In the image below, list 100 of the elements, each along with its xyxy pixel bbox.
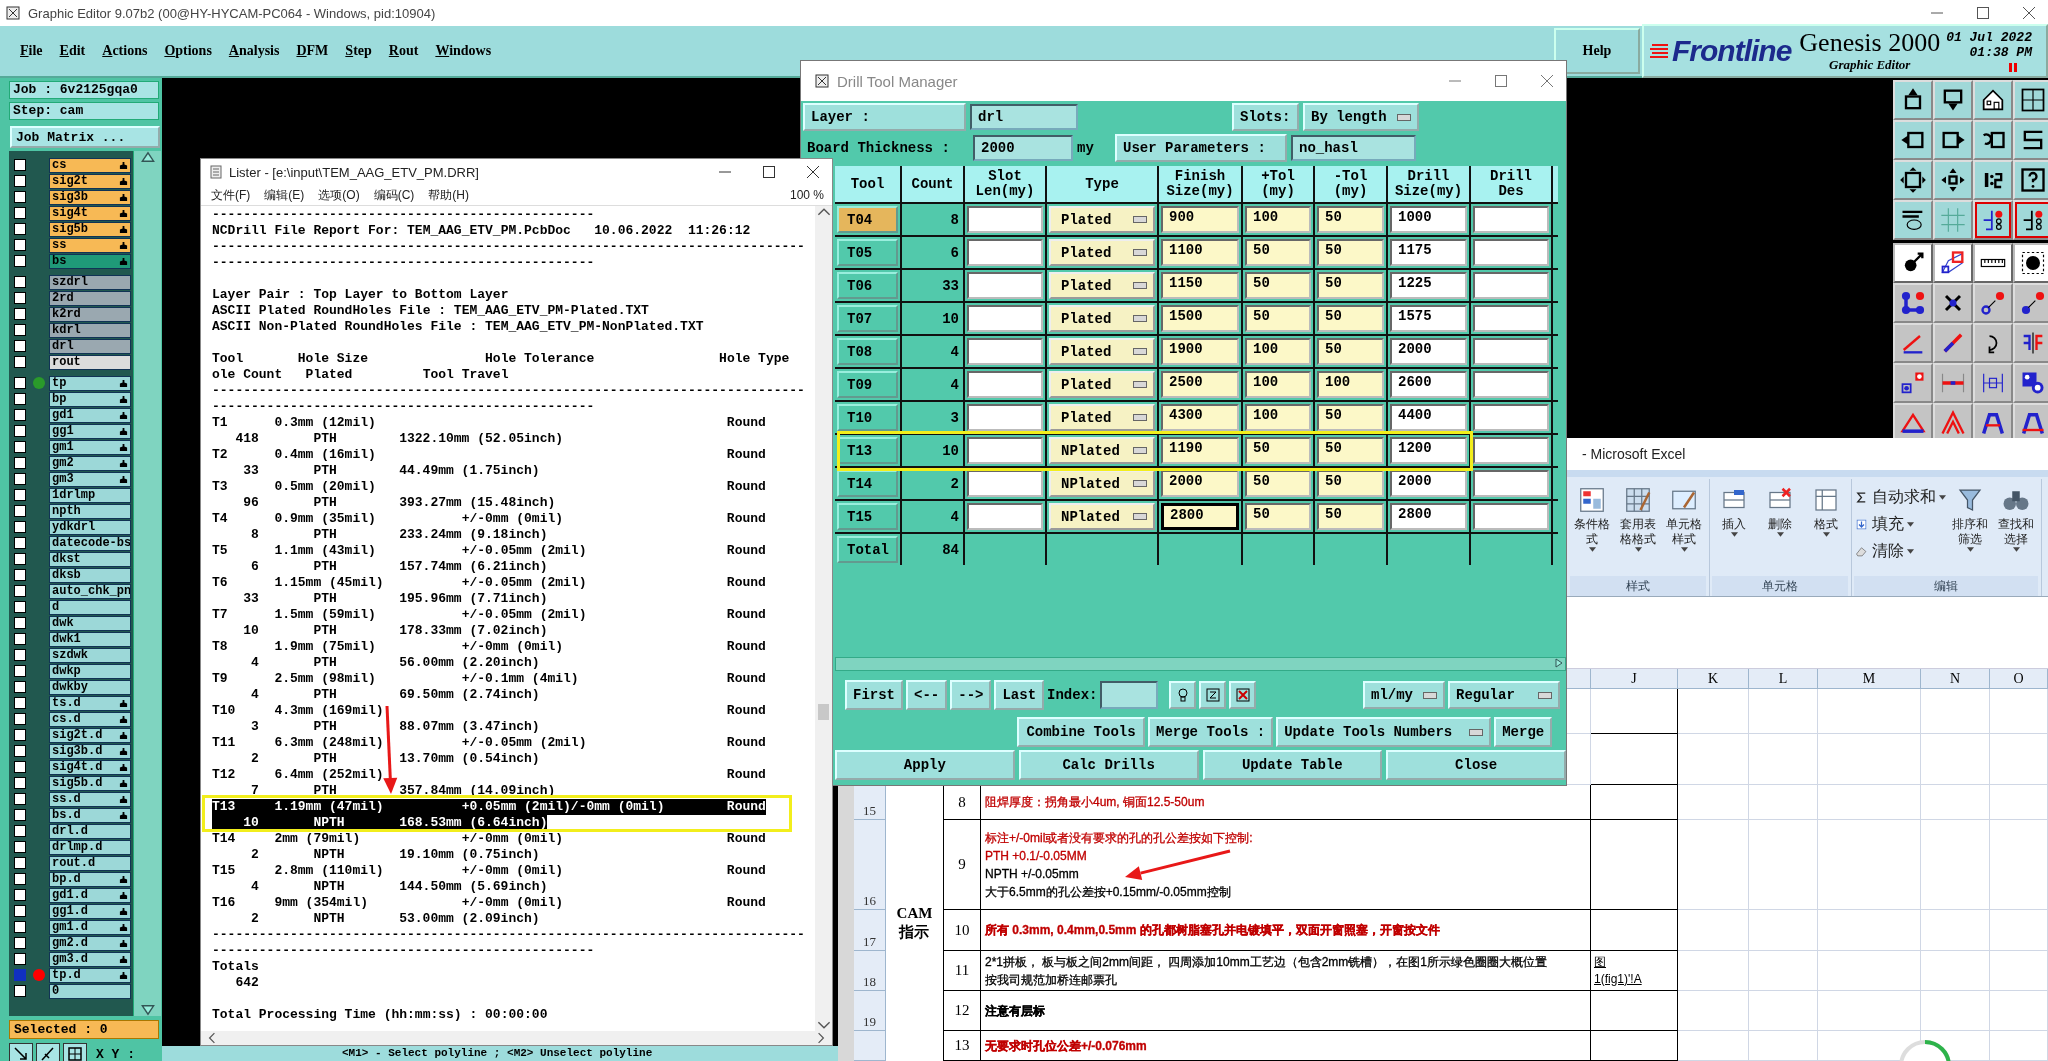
layer-item[interactable]: gm3 <box>49 471 131 487</box>
slots-dropdown[interactable]: By length <box>1303 103 1419 131</box>
layer-checkbox[interactable] <box>14 729 26 741</box>
layer-item[interactable]: drl.d <box>49 823 131 839</box>
layer-checkbox[interactable] <box>14 553 26 565</box>
merge-mode-dropdown[interactable]: Update Tools Numbers <box>1276 717 1492 747</box>
ribbon-button[interactable]: 格式 <box>1804 479 1848 576</box>
scrollbar[interactable] <box>835 657 1566 671</box>
layer-checkbox[interactable] <box>14 505 26 517</box>
layer-item[interactable]: gm2 <box>49 455 131 471</box>
menu-item[interactable]: 帮助(H) <box>428 186 469 204</box>
layer-checkbox[interactable] <box>14 665 26 677</box>
toolbar-button[interactable] <box>1893 80 1933 120</box>
scrollbar[interactable] <box>133 151 161 1016</box>
drill-size-field[interactable]: 2000 <box>1390 470 1467 497</box>
toolbar-button[interactable] <box>1933 80 1973 120</box>
ribbon-button[interactable]: 删除 <box>1758 479 1802 576</box>
toolbar-button[interactable] <box>1933 243 1973 283</box>
toolbar-button[interactable] <box>1973 323 2013 363</box>
layer-item[interactable]: k2rd <box>49 306 131 322</box>
total-button[interactable]: Total <box>837 536 898 563</box>
layer-checkbox[interactable] <box>14 473 26 485</box>
toolbar-button[interactable] <box>2013 160 2048 200</box>
layer-item[interactable]: dwk1 <box>49 631 131 647</box>
minus-tolerance-field[interactable]: 100 <box>1317 371 1384 398</box>
toolbar-button[interactable] <box>1933 160 1973 200</box>
layer-item[interactable]: 2rd <box>49 290 131 306</box>
scroll-thumb[interactable] <box>818 704 829 720</box>
menu-item[interactable]: Actions <box>100 41 150 61</box>
scroll-up-icon[interactable] <box>816 206 831 218</box>
row-header[interactable]: 16 <box>854 820 886 910</box>
toolbar-button[interactable] <box>1973 200 2013 240</box>
layer-checkbox[interactable] <box>14 921 26 933</box>
layer-checkbox[interactable] <box>14 569 26 581</box>
layer-checkbox[interactable] <box>14 617 26 629</box>
index-field[interactable] <box>1100 681 1159 709</box>
layer-item[interactable]: sig3b <box>49 189 131 205</box>
plus-tolerance-field[interactable]: 100 <box>1245 338 1311 365</box>
minus-tolerance-field[interactable]: 50 <box>1317 338 1384 365</box>
finish-size-field[interactable]: 1500 <box>1161 305 1239 332</box>
tool-button[interactable]: T15 <box>837 503 898 530</box>
layer-checkbox[interactable] <box>14 777 26 789</box>
finish-size-field[interactable]: 1150 <box>1161 272 1239 299</box>
layer-checkbox[interactable] <box>14 340 26 352</box>
layer-checkbox[interactable] <box>14 713 26 725</box>
layer-checkbox[interactable] <box>14 393 26 405</box>
drill-size-field[interactable]: 2000 <box>1390 338 1467 365</box>
row-header[interactable]: 18 <box>854 951 886 991</box>
finish-size-field[interactable]: 4300 <box>1161 404 1239 431</box>
layer-item[interactable]: tp.d <box>49 967 131 983</box>
menu-item[interactable]: Edit <box>57 41 88 61</box>
toolbar-button[interactable] <box>1893 363 1933 403</box>
type-dropdown[interactable]: NPlated <box>1049 470 1155 497</box>
plus-tolerance-field[interactable]: 100 <box>1245 371 1311 398</box>
ribbon-button[interactable]: 清除 <box>1854 541 1946 563</box>
thickness-field[interactable]: 2000 <box>973 135 1073 161</box>
ribbon-button[interactable]: 插入 <box>1712 479 1756 576</box>
layer-checkbox[interactable] <box>14 239 26 251</box>
layer-item[interactable]: sig4t.d <box>49 759 131 775</box>
layer-item[interactable]: bs <box>49 253 131 269</box>
user-parameters-button[interactable]: User Parameters : <box>1115 134 1287 162</box>
minus-tolerance-field[interactable]: 50 <box>1317 239 1384 266</box>
ribbon-button[interactable]: 自动求和 <box>1854 487 1946 509</box>
navigation-button[interactable]: Last <box>994 680 1045 710</box>
help-button[interactable]: Help <box>1554 28 1640 74</box>
plus-tolerance-field[interactable]: 50 <box>1245 470 1311 497</box>
toolbar-button[interactable] <box>1973 160 2013 200</box>
minus-tolerance-field[interactable]: 50 <box>1317 470 1384 497</box>
toolbar-button[interactable] <box>2013 243 2048 283</box>
layer-item[interactable]: rout.d <box>49 855 131 871</box>
menu-item[interactable]: 编码(C) <box>373 186 415 204</box>
layer-checkbox[interactable] <box>14 207 26 219</box>
layer-item[interactable]: sig4t <box>49 205 131 221</box>
finish-size-field[interactable]: 1190 <box>1161 437 1239 464</box>
tool-button[interactable]: T06 <box>837 272 898 299</box>
finish-size-field[interactable]: 1100 <box>1161 239 1239 266</box>
finish-size-field[interactable]: 1900 <box>1161 338 1239 365</box>
layer-checkbox[interactable] <box>14 276 26 288</box>
menu-item[interactable]: 文件(F) <box>211 186 251 204</box>
drill-size-field[interactable]: 1200 <box>1390 437 1467 464</box>
minus-tolerance-field[interactable]: 50 <box>1317 206 1384 233</box>
caret-icon[interactable] <box>1907 549 1914 555</box>
layer-checkbox[interactable] <box>14 521 26 533</box>
plus-tolerance-field[interactable]: 50 <box>1245 503 1311 530</box>
scroll-up-icon[interactable] <box>140 151 155 163</box>
minus-tolerance-field[interactable]: 50 <box>1317 272 1384 299</box>
caret-icon[interactable] <box>1588 547 1596 553</box>
layer-checkbox[interactable] <box>14 537 26 549</box>
layer-checkbox[interactable] <box>14 649 26 661</box>
layer-item[interactable]: 0 <box>49 983 131 999</box>
layer-checkbox[interactable] <box>14 745 26 757</box>
minus-tolerance-field[interactable]: 50 <box>1317 437 1384 464</box>
layer-checkbox[interactable] <box>14 841 26 853</box>
ribbon-button[interactable]: 填充 <box>1854 514 1946 536</box>
layer-item[interactable]: szdrl <box>49 274 131 290</box>
layer-checkbox[interactable] <box>14 681 26 693</box>
layer-item[interactable]: sig5b <box>49 221 131 237</box>
minus-tolerance-field[interactable]: 50 <box>1317 404 1384 431</box>
maximize-icon[interactable] <box>762 165 776 179</box>
job-matrix-button[interactable]: Job Matrix ... <box>10 126 160 148</box>
